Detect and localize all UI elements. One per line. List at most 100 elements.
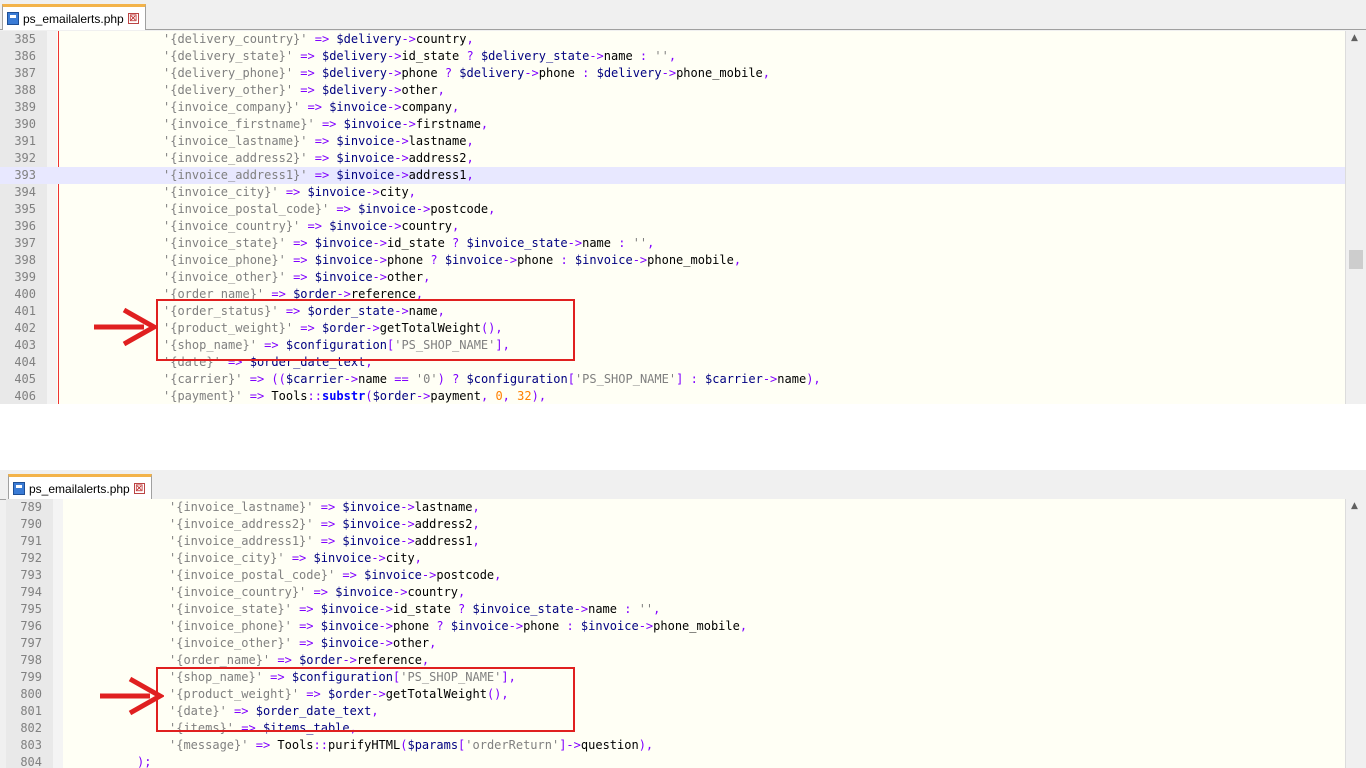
code-line[interactable]: 389 '{invoice_company}' => $invoice->comp… [0, 99, 1345, 116]
code-text: '{invoice_other}' => $invoice->other, [163, 269, 430, 286]
close-icon[interactable]: ⊠ [127, 13, 139, 24]
code-token: , [421, 653, 430, 667]
code-line[interactable]: 795 '{invoice_state}' => $invoice->id_sta… [6, 601, 1351, 618]
scrollbar-thumb[interactable] [1349, 250, 1363, 269]
code-token: ); [137, 755, 152, 768]
code-token: name [603, 49, 640, 63]
code-line[interactable]: 405 '{carrier}' => (($carrier->name == '0… [0, 371, 1345, 388]
code-line[interactable]: 791 '{invoice_address1}' => $invoice->add… [6, 533, 1351, 550]
line-number: 391 [14, 134, 36, 148]
code-text: '{invoice_phone}' => $invoice->phone ? $… [163, 252, 741, 269]
code-line[interactable]: 395 '{invoice_postal_code}' => $invoice->… [0, 201, 1345, 218]
code-token: address2 [414, 517, 473, 531]
code-line[interactable]: 388 '{delivery_other}' => $delivery->othe… [0, 82, 1345, 99]
code-line[interactable]: 385 '{delivery_country}' => $delivery->co… [0, 31, 1345, 48]
code-token: -> [387, 49, 402, 63]
code-token: phone [517, 253, 561, 267]
code-line[interactable]: 794 '{invoice_country}' => $invoice->coun… [6, 584, 1351, 601]
code-line[interactable]: 397 '{invoice_state}' => $invoice->id_sta… [0, 235, 1345, 252]
code-line[interactable]: 804); [6, 754, 1351, 768]
code-token: $invoice_state [466, 236, 568, 250]
code-line[interactable]: 394 '{invoice_city}' => $invoice->city, [0, 184, 1345, 201]
code-token: name [358, 372, 395, 386]
code-line[interactable]: 386 '{delivery_state}' => $delivery->id_s… [0, 48, 1345, 65]
code-token: $carrier [705, 372, 763, 386]
code-token: $delivery [321, 66, 387, 80]
code-token: other [401, 83, 438, 97]
close-icon[interactable]: ⊠ [133, 483, 145, 494]
code-line[interactable]: 803 '{message}' => Tools::purifyHTML($par… [6, 737, 1351, 754]
code-token: -> [762, 372, 778, 386]
code-line[interactable]: 390 '{invoice_firstname}' => $invoice->fi… [0, 116, 1345, 133]
code-token: $invoice [450, 619, 509, 633]
code-token: , [414, 551, 422, 565]
code-text: '{invoice_country}' => $invoice->country… [163, 218, 459, 235]
code-token: $invoice [314, 270, 373, 284]
line-number: 402 [14, 321, 36, 335]
line-number: 397 [14, 236, 36, 250]
line-number: 804 [20, 755, 42, 768]
code-token: => [277, 653, 292, 667]
tab-file[interactable]: ps_emailalerts.php ⊠ [8, 474, 152, 500]
code-line[interactable]: 392 '{invoice_address2}' => $invoice->add… [0, 150, 1345, 167]
tab-file[interactable]: ps_emailalerts.php ⊠ [2, 4, 146, 30]
line-number: 798 [20, 653, 42, 667]
code-token: , [466, 32, 474, 46]
vertical-scrollbar[interactable]: ▲ [1345, 499, 1366, 768]
scroll-up-icon[interactable]: ▲ [1351, 33, 1358, 43]
code-token: phone_mobile [653, 619, 740, 633]
code-token: : [690, 372, 698, 386]
code-line[interactable]: 391 '{invoice_lastname}' => $invoice->las… [0, 133, 1345, 150]
code-line[interactable]: 387 '{delivery_phone}' => $delivery->phon… [0, 65, 1345, 82]
code-line[interactable]: 790 '{invoice_address2}' => $invoice->add… [6, 516, 1351, 533]
code-line[interactable]: 406 '{payment}' => Tools::substr($order->… [0, 388, 1345, 404]
code-line[interactable]: 393 '{invoice_address1}' => $invoice->add… [0, 167, 1345, 184]
code-token: phone [393, 619, 437, 633]
code-token: '{invoice_firstname}' [163, 117, 315, 131]
code-token: ), [531, 389, 547, 403]
code-token: -> [378, 636, 393, 650]
code-token: => [314, 134, 330, 148]
code-line[interactable]: 793 '{invoice_postal_code}' => $invoice->… [6, 567, 1351, 584]
scroll-up-icon[interactable]: ▲ [1351, 501, 1358, 511]
code-line[interactable]: 398 '{invoice_phone}' => $invoice->phone … [0, 252, 1345, 269]
code-token: -> [372, 236, 387, 250]
code-token: => [320, 534, 336, 548]
code-token: postcode [430, 202, 489, 216]
code-line[interactable]: 796 '{invoice_phone}' => $invoice->phone … [6, 618, 1351, 635]
code-token: $invoice [342, 500, 401, 514]
code-line[interactable]: 399 '{invoice_other}' => $invoice->other, [0, 269, 1345, 286]
code-line[interactable]: 797 '{invoice_other}' => $invoice->other, [6, 635, 1351, 652]
code-token: country [401, 219, 453, 233]
code-token: ]-> [559, 738, 581, 752]
code-token: 'PS_SHOP_NAME' [574, 372, 677, 386]
code-text: '{invoice_company}' => $invoice->company… [163, 99, 459, 116]
code-token: phone_mobile [647, 253, 734, 267]
vertical-scrollbar[interactable]: ▲ [1345, 31, 1366, 404]
code-token: $invoice [444, 253, 503, 267]
code-line[interactable]: 396 '{invoice_country}' => $invoice->coun… [0, 218, 1345, 235]
code-token: lastname [414, 500, 473, 514]
code-text: '{invoice_city}' => $invoice->city, [163, 184, 416, 201]
code-line[interactable]: 792 '{invoice_city}' => $invoice->city, [6, 550, 1351, 567]
code-text: '{invoice_postal_code}' => $invoice->pos… [169, 567, 501, 584]
file-icon [13, 482, 25, 495]
code-token: -> [567, 236, 583, 250]
code-line[interactable]: 789 '{invoice_lastname}' => $invoice->las… [6, 499, 1351, 516]
